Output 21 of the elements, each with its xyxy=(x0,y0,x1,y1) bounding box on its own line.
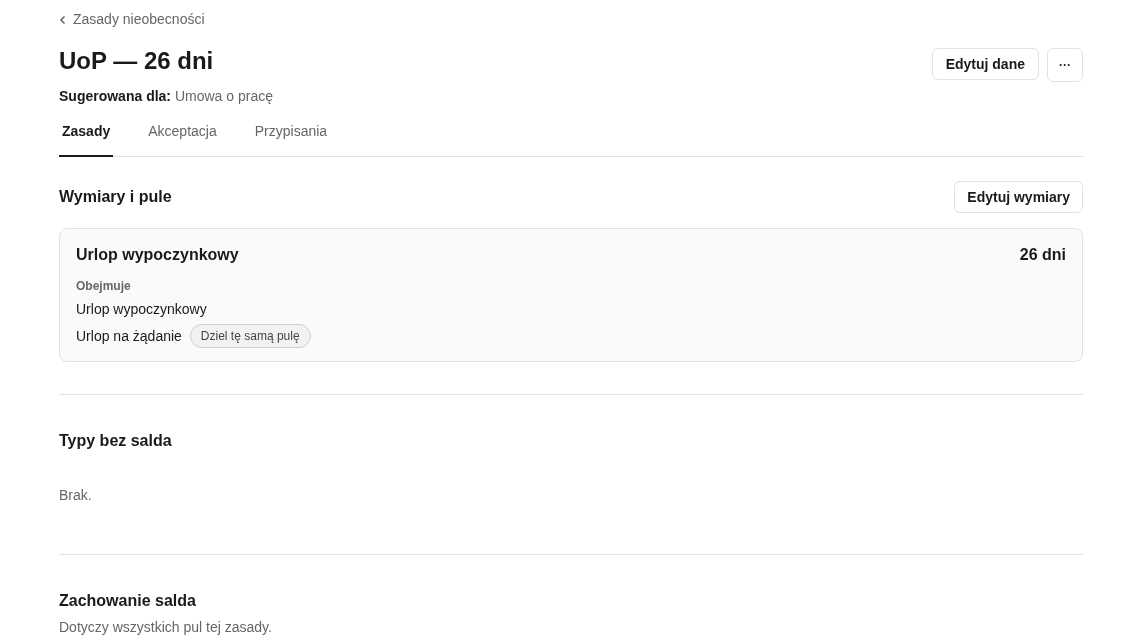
tab[interactable]: Akceptacja xyxy=(145,117,220,157)
chevron-left-icon xyxy=(59,14,67,25)
page-title: UoP — 26 dni xyxy=(59,46,214,76)
section-title: Typy bez salda xyxy=(59,431,173,451)
more-button[interactable]: ··· xyxy=(1047,48,1083,82)
leave-type: Urlop wypoczynkowy xyxy=(76,300,207,319)
section-title: Wymiary i pule xyxy=(59,187,172,207)
leave-type: Urlop na żądanie xyxy=(76,326,182,346)
section-description: Dotyczy wszystkich pul tej zasady. xyxy=(59,618,273,637)
covers-label: Obejmuje xyxy=(76,278,132,295)
section-title: Zachowanie salda xyxy=(59,591,197,611)
edit-data-button[interactable]: Edytuj dane xyxy=(931,48,1039,80)
edit-dimensions-button[interactable]: Edytuj wymiary xyxy=(954,181,1083,213)
shared-pool-badge: Dziel tę samą pulę xyxy=(189,324,311,348)
back-link[interactable]: Zasady nieobecności xyxy=(59,9,205,30)
empty-text: Brak. xyxy=(59,486,93,505)
pool-amount: 26 dni xyxy=(1019,245,1066,265)
pool-name: Urlop wypoczynkowy xyxy=(76,245,239,265)
tab[interactable]: Przypisania xyxy=(251,117,331,157)
suggested-for: Sugerowana dla: Umowa o pracę xyxy=(59,87,274,106)
tab[interactable]: Zasady xyxy=(59,117,114,157)
